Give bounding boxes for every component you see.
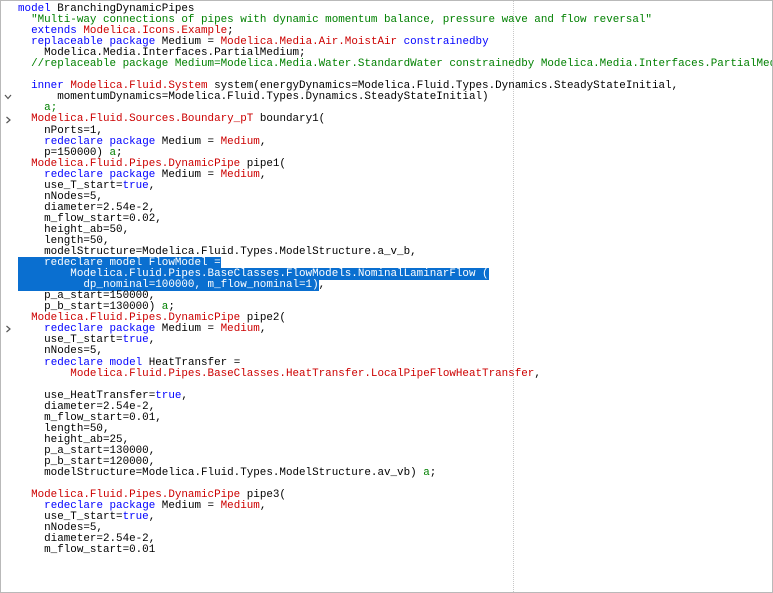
code-editor[interactable]: model BranchingDynamicPipes "Multi-way c… — [0, 0, 773, 593]
code-token: , — [148, 179, 156, 192]
code-line[interactable]: use_T_start=true, — [1, 179, 772, 192]
class-reference-token: Medium — [220, 135, 260, 148]
code-token: Medium = — [155, 135, 221, 148]
code-line[interactable]: m_flow_start=0.01 — [1, 544, 772, 557]
code-line[interactable]: height_ab=50, — [1, 224, 772, 236]
code-token: , — [181, 389, 188, 402]
code-line[interactable]: momentumDynamics=Modelica.Fluid.Types.Dy… — [1, 91, 772, 104]
code-token: , — [534, 367, 541, 380]
code-line[interactable]: use_T_start=true, — [1, 334, 772, 347]
code-token: , — [259, 500, 267, 513]
code-token: , — [148, 334, 156, 347]
keyword-token: true — [155, 389, 182, 402]
keyword-token: constrainedby — [403, 36, 489, 49]
keyword-token: true — [122, 179, 149, 192]
code-line[interactable]: //replaceable package Medium=Modelica.Me… — [1, 58, 773, 71]
code-token: , — [259, 135, 267, 148]
annotation-token: //replaceable package Medium=Modelica.Me… — [31, 58, 773, 71]
code-token: ; — [429, 466, 437, 479]
class-reference-token: Medium — [220, 323, 260, 336]
code-token: , — [318, 279, 326, 292]
code-token: momentumDynamics=Modelica.Fluid.Types.Dy… — [18, 91, 489, 104]
class-reference-token: Medium — [220, 500, 260, 513]
code-line[interactable]: Modelica.Fluid.Sources.Boundary_pT bound… — [1, 113, 772, 126]
code-token: m_flow_start=0.01 — [18, 544, 156, 557]
code-token: modelStructure=Modelica.Fluid.Types.Mode… — [18, 466, 424, 479]
code-token: , — [148, 511, 156, 524]
code-token: Medium = — [155, 323, 221, 336]
code-token: Medium = — [155, 500, 221, 513]
code-token: boundary1( — [253, 113, 326, 126]
keyword-token: true — [122, 511, 149, 524]
code-line[interactable]: Modelica.Fluid.Pipes.BaseClasses.HeatTra… — [1, 367, 772, 380]
code-token: , — [259, 168, 267, 181]
class-reference-token: Modelica.Fluid.Pipes.BaseClasses.HeatTra… — [70, 367, 535, 380]
code-text-area[interactable]: model BranchingDynamicPipes "Multi-way c… — [1, 3, 773, 557]
code-line[interactable]: modelStructure=Modelica.Fluid.Types.Mode… — [1, 466, 772, 479]
class-reference-token: Medium — [220, 168, 260, 181]
keyword-token: true — [122, 334, 149, 347]
code-token: Medium = — [155, 168, 221, 181]
code-line[interactable]: m_flow_start=0.01, — [1, 412, 772, 424]
code-line[interactable]: use_T_start=true, — [1, 511, 772, 524]
code-token: , — [259, 323, 267, 336]
